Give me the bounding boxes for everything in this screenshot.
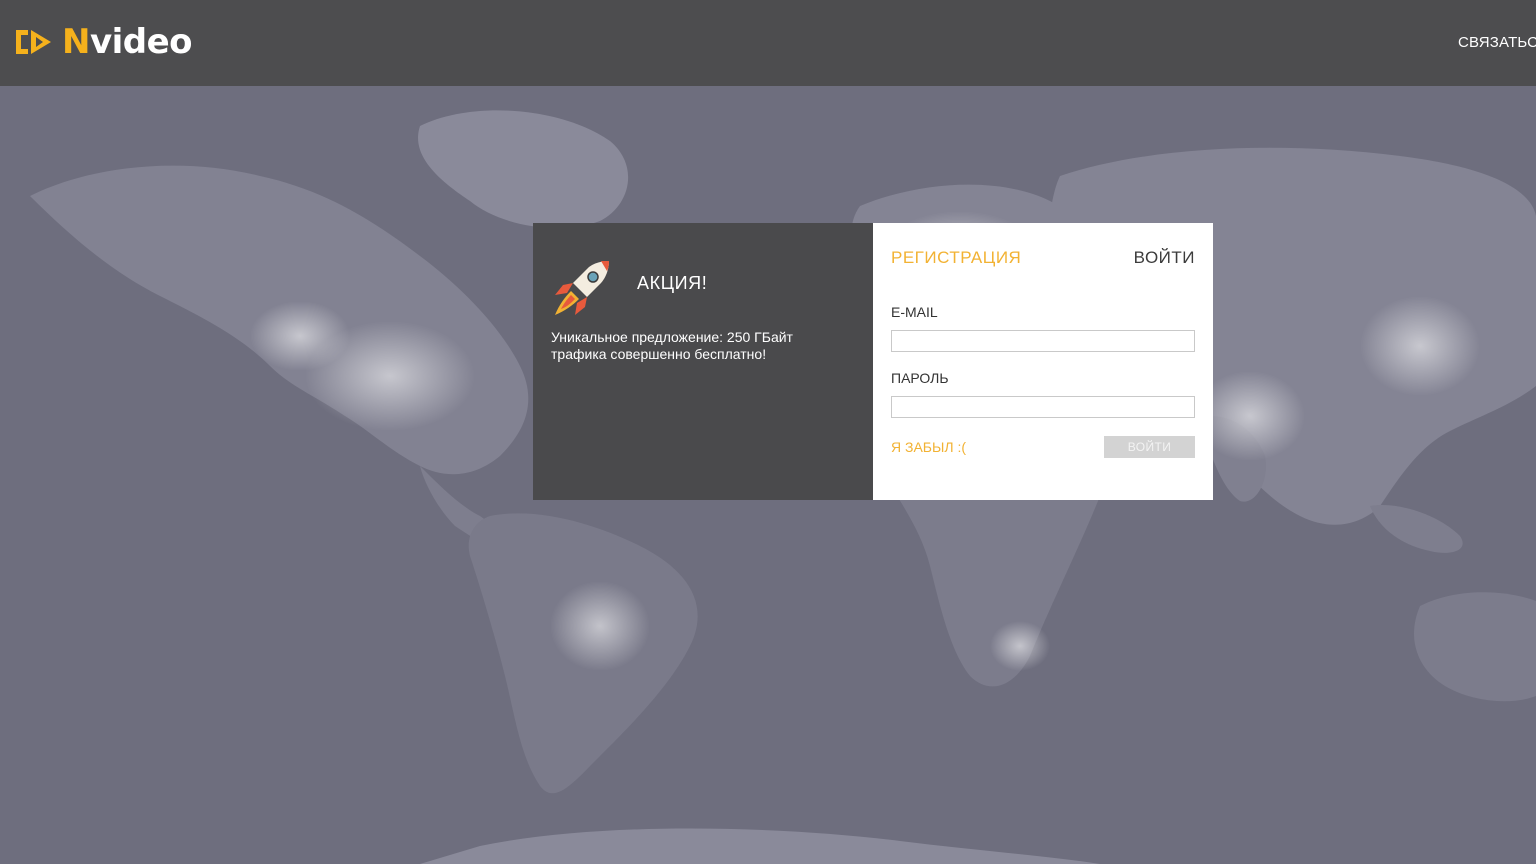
password-label: ПАРОЛЬ bbox=[891, 370, 949, 386]
cdnvideo-logo[interactable]: Nvideo bbox=[14, 22, 193, 62]
forgot-password-link[interactable]: Я ЗАБЫЛ :( bbox=[891, 439, 966, 455]
email-field[interactable] bbox=[891, 330, 1195, 352]
password-field[interactable] bbox=[891, 396, 1195, 418]
login-button[interactable]: ВОЙТИ bbox=[1104, 436, 1195, 458]
logo-play-icon bbox=[14, 26, 62, 58]
tab-register[interactable]: РЕГИСТРАЦИЯ bbox=[891, 248, 1021, 268]
logo-wordmark-n: N bbox=[62, 22, 90, 62]
top-header: Nvideo СВЯЗАТЬСЯ bbox=[0, 0, 1536, 86]
logo-wordmark-video: video bbox=[89, 22, 193, 62]
contact-link[interactable]: СВЯЗАТЬСЯ bbox=[1458, 34, 1536, 51]
promo-title: АКЦИЯ! bbox=[637, 273, 708, 293]
rocket-icon bbox=[551, 259, 611, 319]
promo-panel: АКЦИЯ! Уникальное предложение: 250 ГБайт… bbox=[533, 223, 873, 500]
email-label: E-MAIL bbox=[891, 304, 938, 320]
auth-panel: РЕГИСТРАЦИЯ ВОЙТИ E-MAIL ПАРОЛЬ Я ЗАБЫЛ … bbox=[873, 223, 1213, 500]
logo-wordmark: Nvideo bbox=[62, 22, 193, 62]
promo-description: Уникальное предложение: 250 ГБайт трафик… bbox=[551, 329, 793, 362]
tab-login[interactable]: ВОЙТИ bbox=[1134, 248, 1195, 268]
